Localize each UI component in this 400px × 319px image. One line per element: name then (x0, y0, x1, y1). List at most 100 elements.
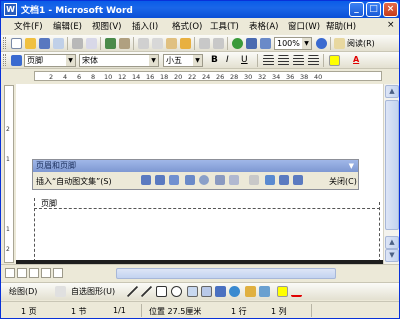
header-footer-toolbar-title[interactable]: 页眉和页脚 ▼ (33, 160, 358, 172)
redo-icon[interactable] (213, 38, 224, 49)
permission-icon[interactable] (53, 38, 64, 49)
scroll-thumb[interactable] (385, 100, 399, 230)
cut-icon[interactable] (138, 38, 149, 49)
reading-view-icon[interactable] (53, 268, 63, 278)
help-icon[interactable] (316, 38, 327, 49)
read-mode-button[interactable]: 阅读(R) (347, 38, 375, 49)
align-left-icon[interactable] (263, 55, 274, 66)
horizontal-scroll-thumb[interactable] (116, 268, 336, 279)
insert-picture-icon[interactable] (259, 286, 270, 297)
save-icon[interactable] (39, 38, 50, 49)
switch-header-footer-icon[interactable] (265, 175, 275, 185)
autoshapes-menu-button[interactable]: 自选图形(U) (71, 286, 115, 297)
italic-button[interactable]: I (226, 55, 229, 65)
toolbar-grip[interactable] (3, 54, 6, 66)
vertical-ruler[interactable]: 2 1 1 2 (4, 85, 14, 263)
show-previous-icon[interactable] (279, 175, 289, 185)
font-color-button[interactable]: A (353, 55, 359, 64)
diagram-icon[interactable] (229, 286, 240, 297)
open-folder-icon[interactable] (25, 38, 36, 49)
research-icon[interactable] (119, 38, 130, 49)
justify-icon[interactable] (308, 55, 319, 66)
show-hide-text-icon[interactable] (229, 175, 239, 185)
insert-page-count-icon[interactable] (155, 175, 165, 185)
line-color-icon[interactable] (291, 286, 302, 297)
menu-tools[interactable]: 工具(T) (210, 20, 239, 32)
font-select[interactable]: 宋体 ▼ (79, 54, 159, 67)
text-box-icon[interactable] (187, 286, 198, 297)
status-bar: 1 页 1 节 1/1 位置 27.5厘米 1 行 1 列 (1, 301, 399, 318)
minimize-button[interactable]: _ (349, 2, 364, 17)
spelling-icon[interactable] (105, 38, 116, 49)
insert-table-icon[interactable] (260, 38, 271, 49)
menu-insert[interactable]: 插入(I) (132, 20, 158, 32)
vertical-scrollbar[interactable]: ▲ ▲ ▼ (383, 84, 399, 264)
web-view-icon[interactable] (17, 268, 27, 278)
format-page-number-icon[interactable] (169, 175, 179, 185)
insert-time-icon[interactable] (199, 175, 209, 185)
line-icon[interactable] (127, 286, 138, 297)
previous-page-icon[interactable]: ▲ (385, 236, 399, 249)
menu-window[interactable]: 窗口(W) (288, 20, 320, 32)
maximize-button[interactable]: □ (366, 2, 381, 17)
ruler-mark: 8 (91, 73, 96, 81)
zoom-select[interactable]: 100% ▼ (274, 37, 312, 50)
close-document-button[interactable]: × (387, 20, 395, 30)
styles-icon[interactable] (11, 55, 22, 66)
select-objects-icon[interactable] (55, 286, 66, 297)
clip-art-icon[interactable] (245, 286, 256, 297)
menu-file[interactable]: 文件(F) (14, 20, 43, 32)
close-header-footer-button[interactable]: 关闭(C) (329, 176, 357, 187)
new-document-icon[interactable] (11, 38, 22, 49)
insert-page-number-icon[interactable] (141, 175, 151, 185)
menu-edit[interactable]: 编辑(E) (53, 20, 82, 32)
normal-view-icon[interactable] (5, 268, 15, 278)
read-icon[interactable] (334, 38, 345, 49)
vertical-text-box-icon[interactable] (201, 286, 212, 297)
scroll-up-icon[interactable]: ▲ (385, 85, 399, 98)
horizontal-ruler[interactable]: 2 4 6 8 10 12 14 16 18 20 22 24 26 28 30… (1, 69, 399, 83)
undo-icon[interactable] (199, 38, 210, 49)
show-next-icon[interactable] (293, 175, 303, 185)
ruler-mark: 30 (244, 73, 253, 81)
insert-autotext-button[interactable]: 插入“自动图文集”(S) (36, 176, 112, 187)
word-app-icon[interactable]: W (4, 3, 17, 16)
print-view-icon[interactable] (29, 268, 39, 278)
insert-date-icon[interactable] (185, 175, 195, 185)
draw-menu-button[interactable]: 绘图(D) (9, 286, 37, 297)
tables-borders-icon[interactable] (246, 38, 257, 49)
fill-color-icon[interactable] (277, 286, 288, 297)
toolbar-options-icon[interactable]: ▼ (349, 160, 354, 172)
align-center-icon[interactable] (278, 55, 289, 66)
print-icon[interactable] (72, 38, 83, 49)
paste-icon[interactable] (166, 38, 177, 49)
page-setup-icon[interactable] (215, 175, 225, 185)
bold-button[interactable]: B (211, 55, 218, 65)
next-page-icon[interactable]: ▼ (385, 249, 399, 262)
menu-format[interactable]: 格式(O) (172, 20, 202, 32)
hyperlink-icon[interactable] (232, 38, 243, 49)
oval-icon[interactable] (171, 286, 182, 297)
word-window: W 文档1 - Microsoft Word _ □ × 文件(F) 编辑(E)… (0, 0, 400, 319)
highlight-icon[interactable] (329, 55, 340, 66)
arrow-icon[interactable] (141, 286, 152, 297)
font-size-select[interactable]: 小五 ▼ (163, 54, 203, 67)
close-window-button[interactable]: × (383, 2, 398, 17)
menu-table[interactable]: 表格(A) (249, 20, 278, 32)
toolbar-grip[interactable] (3, 37, 6, 49)
rectangle-icon[interactable] (156, 286, 167, 297)
style-select[interactable]: 页脚 ▼ (24, 54, 76, 67)
menu-view[interactable]: 视图(V) (92, 20, 121, 32)
align-right-icon[interactable] (293, 55, 304, 66)
copy-icon[interactable] (152, 38, 163, 49)
ruler-mark: 10 (104, 73, 113, 81)
outline-view-icon[interactable] (41, 268, 51, 278)
same-as-previous-icon[interactable] (249, 175, 259, 185)
format-painter-icon[interactable] (180, 38, 191, 49)
horizontal-scrollbar[interactable] (1, 264, 399, 281)
wordart-icon[interactable] (215, 286, 226, 297)
status-position: 位置 27.5厘米 (149, 307, 202, 316)
underline-button[interactable]: U (241, 55, 248, 65)
print-preview-icon[interactable] (86, 38, 97, 49)
menu-help[interactable]: 帮助(H) (326, 20, 356, 32)
